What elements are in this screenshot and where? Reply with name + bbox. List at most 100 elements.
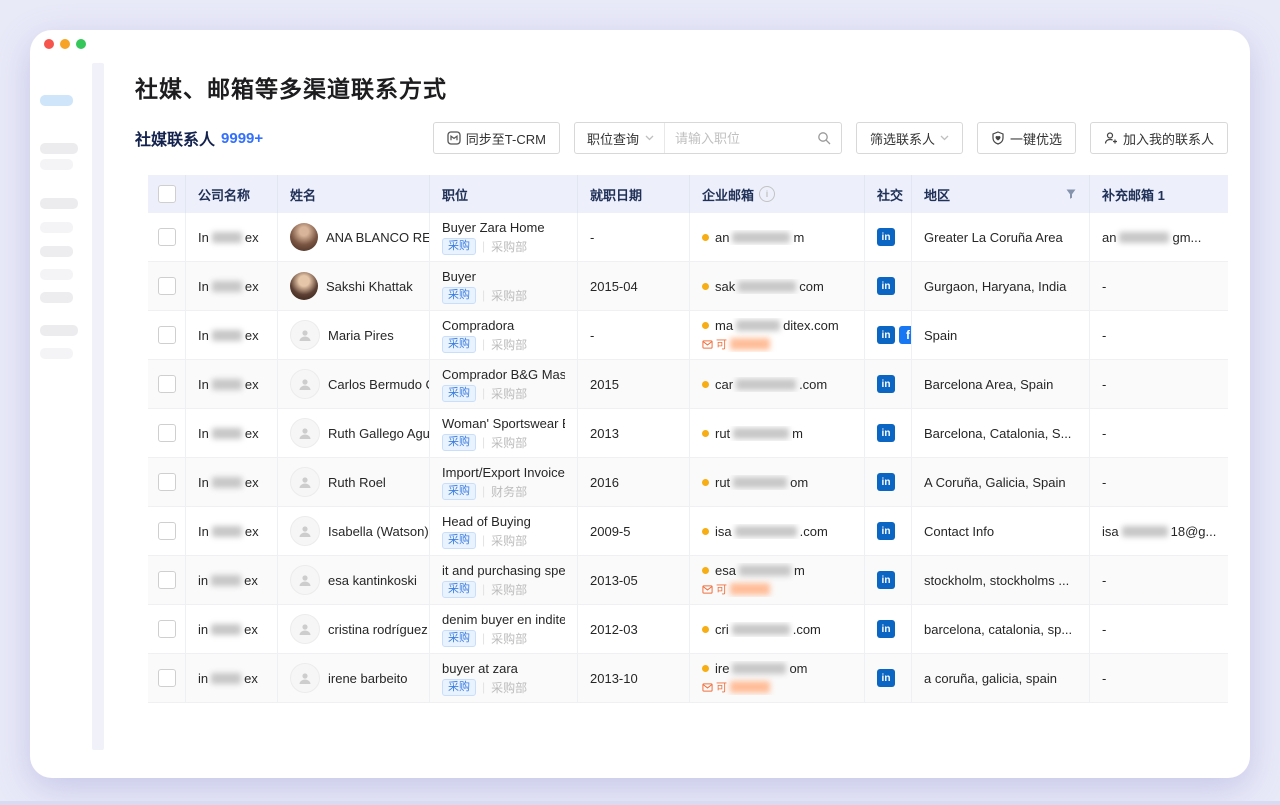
header-cell: 职位 — [430, 175, 578, 213]
company-name-prefix: In — [198, 475, 209, 490]
row-checkbox[interactable] — [158, 571, 176, 589]
row-checkbox[interactable] — [158, 375, 176, 393]
position-title: Buyer Zara Home — [442, 220, 545, 235]
row-checkbox[interactable] — [158, 424, 176, 442]
region-cell: Greater La Coruña Area — [912, 213, 1090, 261]
linkedin-icon[interactable]: in — [877, 473, 895, 491]
sync-tcrm-button[interactable]: 同步至T-CRM — [433, 122, 560, 154]
row-select-cell — [148, 409, 186, 457]
contact-name: Sakshi Khattak — [326, 279, 413, 294]
company-name-suffix: ex — [245, 279, 259, 294]
close-window-icon[interactable] — [44, 39, 54, 49]
chevron-down-icon — [940, 135, 949, 141]
info-icon[interactable]: i — [759, 186, 775, 202]
position-search-input[interactable] — [665, 131, 817, 146]
linkedin-icon[interactable]: in — [877, 669, 895, 687]
extra-email-empty: - — [1102, 573, 1106, 588]
filter-contacts-button[interactable]: 筛选联系人 — [856, 122, 963, 154]
one-click-optimize-button[interactable]: 一键优选 — [977, 122, 1076, 154]
position-tag: 采购 — [442, 287, 476, 304]
table-row[interactable]: inexcristina rodríguezdenim buyer en ind… — [148, 605, 1228, 654]
row-checkbox[interactable] — [158, 228, 176, 246]
row-select-cell — [148, 262, 186, 310]
company-name-redacted — [212, 330, 242, 341]
name-cell: Ruth Gallego Agulló — [278, 409, 430, 457]
search-icon[interactable] — [817, 131, 841, 145]
row-checkbox[interactable] — [158, 522, 176, 540]
email-prefix: esa — [715, 563, 736, 578]
linkedin-icon[interactable]: in — [877, 375, 895, 393]
maximize-window-icon[interactable] — [76, 39, 86, 49]
linkedin-icon[interactable]: in — [877, 424, 895, 442]
sidebar-item[interactable] — [40, 246, 73, 257]
sidebar-item-active[interactable] — [40, 95, 73, 106]
minimize-window-icon[interactable] — [60, 39, 70, 49]
sidebar-item[interactable] — [40, 269, 73, 280]
social-cell: in — [865, 409, 912, 457]
email-suffix: .com — [800, 524, 828, 539]
email-status-dot — [702, 665, 709, 672]
row-checkbox[interactable] — [158, 669, 176, 687]
table-row[interactable]: inexirene barbeitobuyer at zara采购|采购部201… — [148, 654, 1228, 703]
company-name-redacted — [211, 624, 241, 635]
page-title: 社媒、邮箱等多渠道联系方式 — [135, 70, 447, 104]
select-all-checkbox[interactable] — [158, 185, 176, 203]
email-prefix: rut — [715, 475, 730, 490]
tag-divider: | — [482, 533, 485, 547]
start-date: 2009-5 — [590, 524, 630, 539]
tag-divider: | — [482, 680, 485, 694]
row-checkbox[interactable] — [158, 473, 176, 491]
department-label: 采购部 — [491, 679, 527, 696]
linkedin-icon[interactable]: in — [877, 326, 895, 344]
mail-send-icon — [702, 584, 713, 595]
email-prefix: rut — [715, 426, 730, 441]
add-to-my-contacts-button[interactable]: 加入我的联系人 — [1090, 122, 1228, 154]
table-row[interactable]: InexANA BLANCO REYBuyer Zara Home采购|采购部-… — [148, 213, 1228, 262]
region-cell: A Coruña, Galicia, Spain — [912, 458, 1090, 506]
position-title: Woman' Sportswear Bu... — [442, 416, 565, 431]
start-date: 2013 — [590, 426, 619, 441]
start-date-cell: 2012-03 — [578, 605, 690, 653]
table-row[interactable]: InexCarlos Bermudo Cr...Comprador B&G Ma… — [148, 360, 1228, 409]
region-text: a coruña, galicia, spain — [924, 671, 1057, 686]
sidebar-item[interactable] — [40, 292, 73, 303]
sidebar-item[interactable] — [40, 159, 73, 170]
facebook-icon[interactable]: f — [899, 326, 912, 344]
table-row[interactable]: Inex Ruth Gallego Agulló Woman' Sportswear… — [148, 409, 1228, 458]
sidebar-item[interactable] — [40, 222, 73, 233]
email-status-dot — [702, 381, 709, 388]
position-select-dropdown[interactable]: 职位查询 — [575, 123, 665, 153]
sidebar-item[interactable] — [40, 325, 78, 336]
header-cell: 姓名 — [278, 175, 430, 213]
linkedin-icon[interactable]: in — [877, 277, 895, 295]
table-row[interactable]: InexIsabella (Watson) L...Head of Buying… — [148, 507, 1228, 556]
position-cell: denim buyer en inditex采购|采购部 — [430, 605, 578, 653]
position-select-label: 职位查询 — [587, 129, 639, 148]
linkedin-icon[interactable]: in — [877, 620, 895, 638]
filter-funnel-icon[interactable] — [1065, 188, 1077, 200]
contact-name: Ruth Gallego Agulló — [328, 426, 430, 441]
company-cell: inex — [186, 605, 278, 653]
sidebar-item[interactable] — [40, 198, 78, 209]
row-checkbox[interactable] — [158, 326, 176, 344]
company-cell: Inex — [186, 409, 278, 457]
linkedin-icon[interactable]: in — [877, 228, 895, 246]
position-cell: it and purchasing speci...采购|采购部 — [430, 556, 578, 604]
start-date: 2013-05 — [590, 573, 638, 588]
linkedin-icon[interactable]: in — [877, 571, 895, 589]
name-cell: Ruth Roel — [278, 458, 430, 506]
sidebar-item[interactable] — [40, 348, 73, 359]
linkedin-icon[interactable]: in — [877, 522, 895, 540]
table-row[interactable]: InexRuth RoelImport/Export Invoice采购|财务部… — [148, 458, 1228, 507]
table-row[interactable]: InexSakshi KhattakBuyer采购|采购部2015-04sakc… — [148, 262, 1228, 311]
tag-divider: | — [482, 239, 485, 253]
row-checkbox[interactable] — [158, 620, 176, 638]
sidebar-item[interactable] — [40, 143, 78, 154]
sidebar-divider — [92, 63, 104, 750]
table-row[interactable]: InexMaria PiresCompradora采购|采购部-maditex.… — [148, 311, 1228, 360]
contact-name: irene barbeito — [328, 671, 408, 686]
region-text: Barcelona Area, Spain — [924, 377, 1053, 392]
row-checkbox[interactable] — [158, 277, 176, 295]
region-text: barcelona, catalonia, sp... — [924, 622, 1072, 637]
table-row[interactable]: inexesa kantinkoskiit and purchasing spe… — [148, 556, 1228, 605]
